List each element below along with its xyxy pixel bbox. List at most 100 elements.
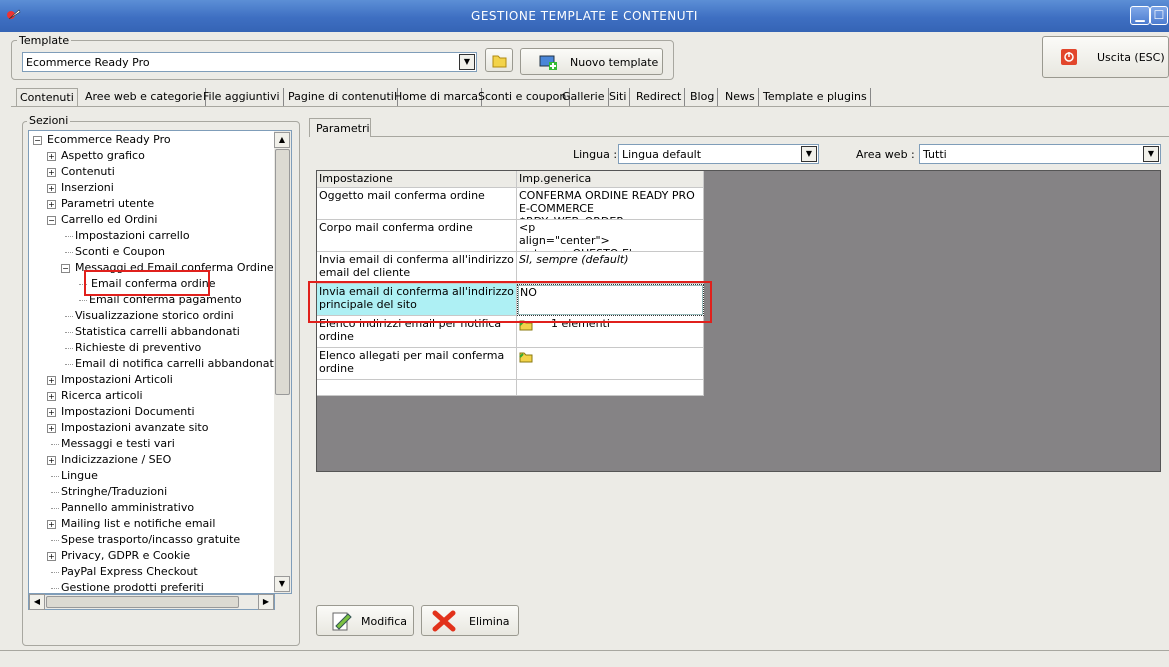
tree-item[interactable]: Ecommerce Ready Pro [47, 132, 171, 148]
tree-hscroll-thumb[interactable] [46, 596, 239, 608]
tree-item[interactable]: Aspetto grafico [61, 148, 145, 164]
param-name[interactable] [317, 380, 517, 396]
tree-item[interactable]: Richieste di preventivo [75, 340, 201, 356]
collapse-icon[interactable]: − [47, 216, 56, 225]
tree-connector [51, 508, 59, 509]
tree-connector [51, 444, 59, 445]
tree-item[interactable]: Messaggi e testi vari [61, 436, 175, 452]
tree-item[interactable]: Carrello ed Ordini [61, 212, 157, 228]
expand-icon[interactable]: + [47, 392, 56, 401]
area-label: Area web : [856, 148, 915, 161]
param-name[interactable]: Oggetto mail conferma ordine [317, 188, 517, 220]
tree-item[interactable]: Spese trasporto/incasso gratuite [61, 532, 240, 548]
tab-contenuti[interactable]: Contenuti [16, 88, 78, 106]
scroll-right-icon[interactable]: ▶ [258, 594, 274, 610]
tree-item[interactable]: Impostazioni Articoli [61, 372, 173, 388]
tree-item[interactable]: Indicizzazione / SEO [61, 452, 171, 468]
folder-icon [492, 55, 507, 68]
collapse-icon[interactable]: − [61, 264, 70, 273]
template-group-label: Template [17, 34, 72, 47]
lingua-select[interactable]: Lingua default ▼ [618, 144, 819, 164]
tab-redirect[interactable]: Redirect [633, 88, 686, 106]
tab-siti[interactable]: Siti [606, 88, 631, 106]
chevron-down-icon: ▼ [801, 146, 817, 162]
tree-item[interactable]: Contenuti [61, 164, 115, 180]
tab-gallerie[interactable]: Gallerie [559, 88, 609, 106]
expand-icon[interactable]: + [47, 152, 56, 161]
param-value[interactable]: CONFERMA ORDINE READY PRO E-COMMERCE $RD… [517, 188, 704, 220]
scroll-down-icon[interactable]: ▼ [274, 576, 290, 592]
template-select[interactable]: Ecommerce Ready Pro ▼ [22, 52, 477, 72]
tree-item[interactable]: Mailing list e notifiche email [61, 516, 215, 532]
tree-item[interactable]: Inserzioni [61, 180, 114, 196]
param-value-text: <p align="center"><strong>QUESTO E' [519, 221, 632, 251]
tree-horizontal-scrollbar[interactable]: ◀ ▶ [28, 594, 275, 610]
collapse-icon[interactable]: − [33, 136, 42, 145]
tab-pagine-di-contenuti[interactable]: Pagine di contenuti [285, 88, 398, 106]
tab-sconti-e-coupon[interactable]: Sconti e coupon [475, 88, 571, 106]
power-icon [1061, 49, 1077, 65]
expand-icon[interactable]: + [47, 424, 56, 433]
highlight-row [308, 281, 712, 323]
area-select[interactable]: Tutti ▼ [919, 144, 1161, 164]
param-value[interactable]: SI, sempre (default) [517, 252, 704, 284]
param-name[interactable]: Corpo mail conferma ordine [317, 220, 517, 252]
tree-item[interactable]: Statistica carrelli abbandonati [75, 324, 240, 340]
chevron-down-icon: ▼ [459, 54, 475, 70]
minimize-button[interactable]: ▁ [1130, 6, 1150, 25]
expand-icon[interactable]: + [47, 520, 56, 529]
expand-icon[interactable]: + [47, 456, 56, 465]
maximize-button[interactable]: ☐ [1150, 6, 1168, 25]
tree-item[interactable]: Ricerca articoli [61, 388, 143, 404]
scroll-left-icon[interactable]: ◀ [29, 594, 45, 610]
tree-item[interactable]: Privacy, GDPR e Cookie [61, 548, 190, 564]
tree-item[interactable]: Parametri utente [61, 196, 154, 212]
sections-tree[interactable]: − Ecommerce Ready Pro + Aspetto grafico + Con… [28, 130, 292, 594]
folder-icon[interactable] [519, 350, 533, 366]
tree-connector [65, 348, 73, 349]
tree-item[interactable]: Impostazioni Documenti [61, 404, 195, 420]
title-bar: GESTIONE TEMPLATE E CONTENUTI ▁ ☐ [0, 0, 1169, 32]
param-name[interactable]: Elenco allegati per mail conferma ordine [317, 348, 517, 380]
tree-item[interactable]: Visualizzazione storico ordini [75, 308, 234, 324]
tree-connector [65, 332, 73, 333]
param-name[interactable]: Invia email di conferma all'indirizzo em… [317, 252, 517, 284]
tab-parametri[interactable]: Parametri [309, 118, 371, 137]
tree-item[interactable]: Lingue [61, 468, 98, 484]
delete-icon [432, 610, 456, 632]
expand-icon[interactable]: + [47, 552, 56, 561]
tree-item[interactable]: Sconti e Coupon [75, 244, 165, 260]
tree-item[interactable]: Pannello amministrativo [61, 500, 194, 516]
open-folder-button[interactable] [485, 48, 513, 72]
status-bar [0, 650, 1169, 667]
new-template-button[interactable]: Nuovo template [520, 48, 663, 75]
scroll-up-icon[interactable]: ▲ [274, 132, 290, 148]
tree-item[interactable]: Email di notifica carrelli abbandonati [75, 356, 277, 372]
expand-icon[interactable]: + [47, 184, 56, 193]
elimina-button[interactable]: Elimina [421, 605, 519, 636]
tab-blog[interactable]: Blog [687, 88, 719, 106]
expand-icon[interactable]: + [47, 376, 56, 385]
tab-news[interactable]: News [722, 88, 759, 106]
tab-aree-web-e-categorie[interactable]: Aree web e categorie [82, 88, 207, 106]
tree-item[interactable]: Impostazioni carrello [75, 228, 190, 244]
tree-item[interactable]: Gestione prodotti preferiti [61, 580, 204, 593]
expand-icon[interactable]: + [47, 200, 56, 209]
param-value[interactable]: <p align="center"><strong>QUESTO E' [517, 220, 704, 252]
tree-vertical-scrollbar[interactable]: ▲ ▼ [274, 131, 291, 593]
chevron-down-icon: ▼ [1143, 146, 1159, 162]
expand-icon[interactable]: + [47, 168, 56, 177]
tab-template-e-plugins[interactable]: Template e plugins [760, 88, 871, 106]
modifica-button[interactable]: Modifica [316, 605, 414, 636]
tab-file-aggiuntivi[interactable]: File aggiuntivi [200, 88, 284, 106]
expand-icon[interactable]: + [47, 408, 56, 417]
tree-item[interactable]: Stringhe/Traduzioni [61, 484, 167, 500]
tree-scroll-thumb[interactable] [275, 149, 290, 395]
exit-button[interactable]: Uscita (ESC) [1042, 36, 1169, 78]
param-value[interactable] [517, 380, 704, 396]
tree-item[interactable]: Impostazioni avanzate sito [61, 420, 208, 436]
tab-home-di-marca[interactable]: Home di marca [391, 88, 483, 106]
tree-connector [65, 252, 73, 253]
tree-item[interactable]: PayPal Express Checkout [61, 564, 198, 580]
param-value[interactable] [517, 348, 704, 380]
